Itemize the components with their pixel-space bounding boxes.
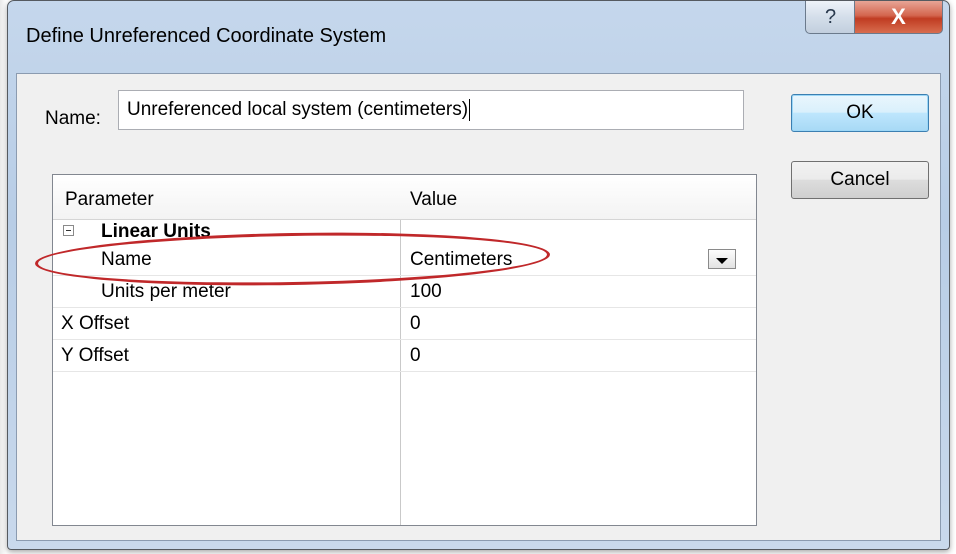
chevron-down-icon: [716, 257, 728, 264]
collapse-icon[interactable]: [63, 225, 74, 236]
ok-button[interactable]: OK: [791, 94, 929, 132]
header-value[interactable]: Value: [410, 189, 457, 211]
dialog-title: Define Unreferenced Coordinate System: [26, 25, 387, 47]
param-x-offset-label: X Offset: [61, 313, 130, 334]
help-button[interactable]: ?: [805, 1, 856, 34]
param-units-per-meter-value[interactable]: 100: [410, 281, 442, 303]
group-row-linear-units[interactable]: Linear Units: [53, 219, 756, 242]
header-parameter[interactable]: Parameter: [65, 189, 154, 211]
dialog-window: Define Unreferenced Coordinate System ? …: [7, 0, 950, 550]
parameter-grid: Parameter Value Linear Units Name Centim…: [52, 174, 757, 526]
text-caret: [469, 98, 471, 121]
title-bar[interactable]: Define Unreferenced Coordinate System ? …: [8, 1, 949, 79]
param-y-offset-value[interactable]: 0: [410, 345, 421, 367]
units-dropdown-button[interactable]: [708, 249, 736, 269]
name-input-value: Unreferenced local system (centimeters): [127, 99, 469, 120]
help-icon: ?: [824, 5, 837, 28]
row-name[interactable]: Name Centimeters: [53, 241, 756, 276]
row-y-offset[interactable]: Y Offset 0: [53, 339, 756, 372]
cancel-button[interactable]: Cancel: [791, 161, 929, 199]
background-edge: [0, 0, 6, 554]
dialog-body: Name: Unreferenced local system (centime…: [16, 73, 941, 541]
close-icon: X: [891, 4, 906, 29]
row-units-per-meter[interactable]: Units per meter 100: [53, 275, 756, 308]
row-x-offset[interactable]: X Offset 0: [53, 307, 756, 340]
param-name-label: Name: [101, 249, 152, 270]
name-label: Name:: [45, 108, 101, 129]
name-input[interactable]: Unreferenced local system (centimeters): [118, 90, 744, 130]
param-x-offset-value[interactable]: 0: [410, 313, 421, 335]
group-title: Linear Units: [101, 221, 211, 242]
close-button[interactable]: X: [854, 1, 943, 34]
param-name-value[interactable]: Centimeters: [410, 249, 512, 271]
param-y-offset-label: Y Offset: [61, 345, 129, 366]
grid-header: Parameter Value: [53, 175, 756, 220]
param-units-per-meter-label: Units per meter: [101, 281, 231, 302]
